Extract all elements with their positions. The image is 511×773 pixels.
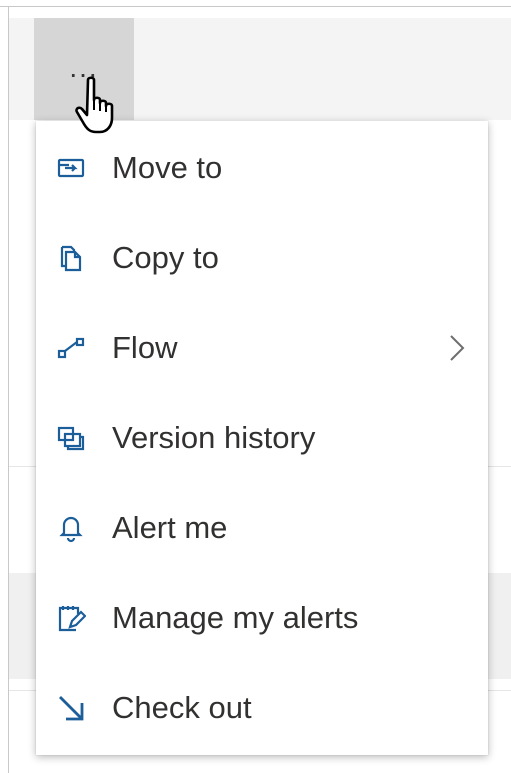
context-menu: Move to Copy to Flow Version history Ale… xyxy=(36,121,488,755)
menu-item-flow[interactable]: Flow xyxy=(36,303,488,393)
menu-item-label: Alert me xyxy=(112,510,228,545)
menu-item-version-history[interactable]: Version history xyxy=(36,393,488,483)
flow-icon xyxy=(56,333,86,363)
menu-item-label: Check out xyxy=(112,690,252,725)
hand-pointer-icon xyxy=(75,76,114,134)
copy-icon xyxy=(56,243,86,273)
menu-item-label: Flow xyxy=(112,330,178,365)
version-history-icon xyxy=(56,423,86,453)
menu-item-alert-me[interactable]: Alert me xyxy=(36,483,488,573)
bell-icon xyxy=(56,513,86,543)
menu-item-label: Manage my alerts xyxy=(112,600,359,635)
frame-top-border xyxy=(0,6,511,7)
menu-item-label: Version history xyxy=(112,420,316,455)
menu-item-manage-my-alerts[interactable]: Manage my alerts xyxy=(36,573,488,663)
menu-item-move-to[interactable]: Move to xyxy=(36,123,488,213)
manage-alerts-icon xyxy=(56,603,86,633)
menu-item-label: Move to xyxy=(112,150,223,185)
menu-item-label: Copy to xyxy=(112,240,219,275)
menu-item-copy-to[interactable]: Copy to xyxy=(36,213,488,303)
check-out-icon xyxy=(56,693,86,723)
menu-item-check-out[interactable]: Check out xyxy=(36,663,488,753)
move-to-icon xyxy=(56,153,86,183)
chevron-right-icon xyxy=(448,333,466,363)
